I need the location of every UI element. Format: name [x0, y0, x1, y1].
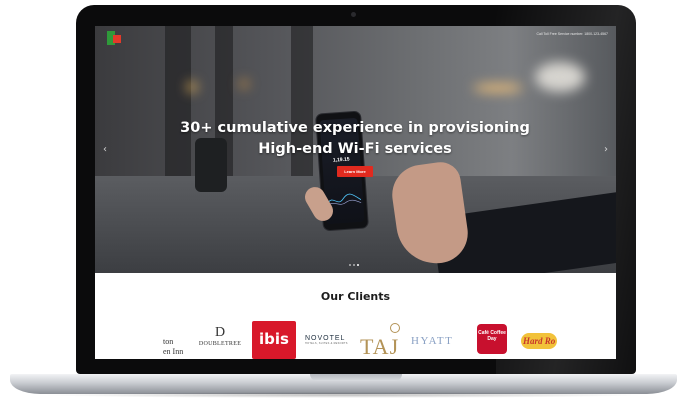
client-logo-hilton: ton en Inn	[163, 337, 183, 357]
laptop-shadow	[40, 392, 647, 398]
client-logo-text: HYATT	[411, 335, 454, 347]
taj-emblem-icon	[390, 323, 400, 333]
bg-light	[473, 84, 523, 92]
helpline-text: Call Toll Free Service number: 1800-123-…	[536, 32, 608, 36]
client-logo-novotel: NOVOTEL HOTELS, SUITES & RESORTS	[305, 335, 348, 345]
carousel-indicators	[349, 264, 359, 266]
bg-light	[187, 82, 197, 92]
brand-logo[interactable]	[107, 31, 121, 45]
client-logo-taj: TAJ	[360, 335, 399, 359]
client-logo-hard-rock: Hard Ro	[521, 333, 558, 349]
client-logo-text: NOVOTEL	[305, 335, 346, 342]
doubletree-mark: D	[214, 325, 226, 340]
client-logo-cafe-coffee-day: Café Coffee Day	[477, 324, 507, 354]
learn-more-button[interactable]: Learn More	[337, 166, 373, 177]
prev-slide-button[interactable]: ‹	[103, 144, 107, 155]
client-logo-text: DOUBLETREE	[198, 341, 242, 347]
next-slide-button[interactable]: ›	[604, 144, 608, 155]
clients-title: Our Clients	[320, 290, 391, 303]
client-logo-hyatt: HYATT	[411, 335, 453, 347]
bg-light	[240, 80, 248, 88]
client-logo-text: ton en Inn	[163, 337, 184, 356]
client-logo-text: ibis	[259, 330, 289, 348]
carousel-dot-active[interactable]	[357, 264, 359, 266]
camera-icon	[351, 12, 356, 17]
carousel-dot[interactable]	[349, 264, 351, 266]
client-logo-text: Hard Ro	[523, 336, 556, 346]
client-logo-text: TAJ	[360, 334, 400, 359]
hero-headline: 30+ cumulative experience in provisionin…	[180, 120, 530, 157]
laptop-notch	[310, 374, 402, 381]
client-logo-doubletree: D DOUBLETREE	[195, 325, 245, 347]
clients-section: Our Clients ton en Inn D DOUBLETREE ibis…	[95, 273, 616, 359]
client-logo-ibis: ibis	[252, 321, 296, 359]
bg-pillar	[165, 26, 191, 196]
laptop-screen: Call Toll Free Service number: 1800-123-…	[95, 26, 616, 359]
client-logo-text: Café Coffee Day	[478, 330, 506, 342]
client-logo-subtext: HOTELS, SUITES & RESORTS	[305, 342, 348, 345]
hero-carousel: Call Toll Free Service number: 1800-123-…	[95, 26, 616, 273]
bg-light	[535, 62, 585, 92]
carousel-dot[interactable]	[353, 264, 355, 266]
